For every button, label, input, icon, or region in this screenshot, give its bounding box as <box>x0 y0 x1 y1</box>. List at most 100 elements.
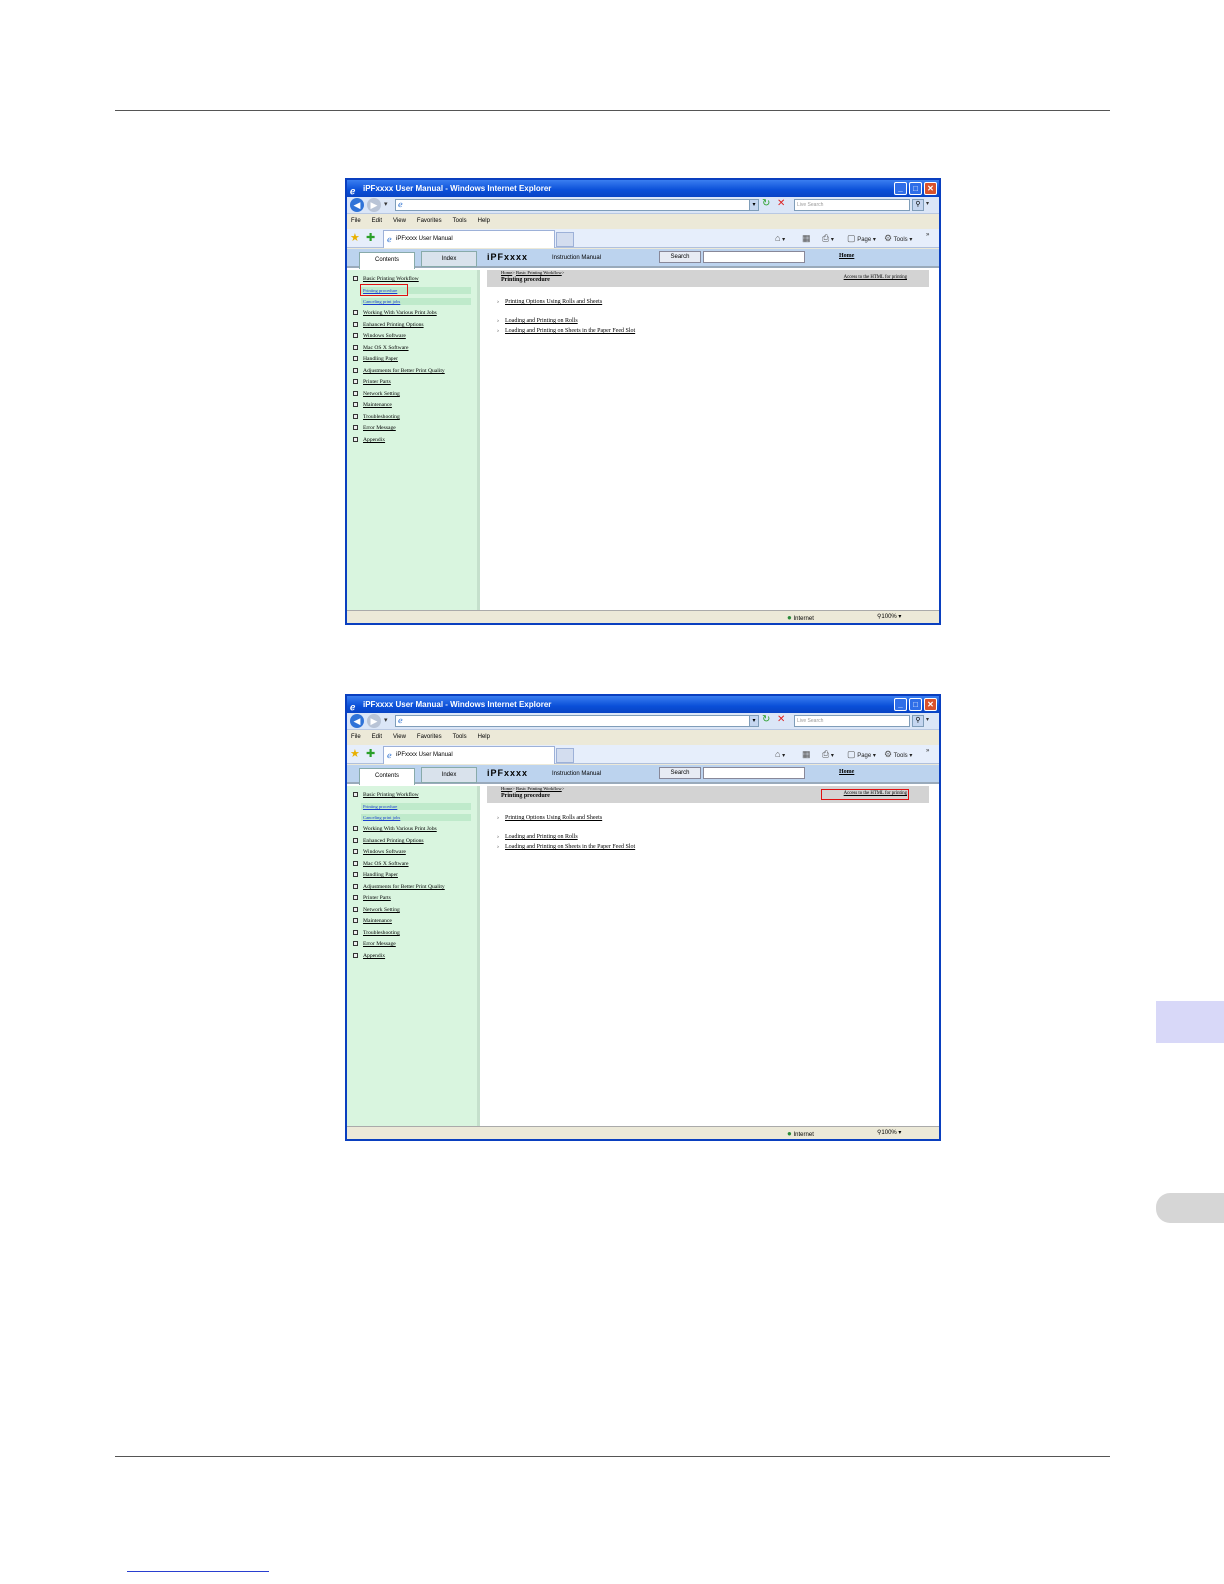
toc-item[interactable]: Basic Printing Workflow <box>353 276 419 282</box>
toc-item[interactable]: Troubleshooting <box>353 414 400 420</box>
toc-item[interactable]: Working With Various Print Jobs <box>353 310 437 316</box>
search-icon[interactable]: ⚲ <box>912 715 924 727</box>
menu-edit[interactable]: Edit <box>372 214 382 229</box>
close-button[interactable]: ✕ <box>924 182 937 195</box>
toc-subitem[interactable]: Canceling print jobs <box>361 814 471 821</box>
toc-item[interactable]: Windows Software <box>353 333 406 339</box>
toc-item[interactable]: Error Message <box>353 425 396 431</box>
feeds-icon[interactable]: ▦ <box>802 232 811 246</box>
toc-item[interactable]: Maintenance <box>353 918 392 924</box>
toc-item[interactable]: Handling Paper <box>353 872 398 878</box>
favorites-star-icon[interactable]: ★ <box>350 231 360 244</box>
toc-subitem[interactable]: Canceling print jobs <box>361 298 471 305</box>
new-tab-button[interactable] <box>556 748 574 763</box>
tab-contents[interactable]: Contents <box>359 768 415 785</box>
menu-view[interactable]: View <box>393 214 406 229</box>
toc-item[interactable]: Appendix <box>353 953 385 959</box>
refresh-icon[interactable]: ↻ <box>762 198 770 209</box>
toc-item[interactable]: Mac OS X Software <box>353 861 409 867</box>
help-search-input[interactable] <box>703 767 805 779</box>
toc-item[interactable]: Network Setting <box>353 907 400 913</box>
content-link[interactable]: › Loading and Printing on Rolls <box>497 318 578 324</box>
minimize-button[interactable]: _ <box>894 182 907 195</box>
home-icon[interactable]: ⌂ ▾ <box>775 748 785 762</box>
url-input[interactable]: ℯ <box>395 199 756 211</box>
back-arrow-icon[interactable]: ◀ <box>350 198 364 212</box>
content-link[interactable]: › Printing Options Using Rolls and Sheets <box>497 815 602 821</box>
stop-icon[interactable]: ✕ <box>777 198 785 209</box>
minimize-button[interactable]: _ <box>894 698 907 711</box>
toc-item[interactable]: Printer Parts <box>353 379 391 385</box>
zoom-control[interactable]: ⚲100% ▾ <box>877 613 901 620</box>
live-search-input[interactable]: Live Search <box>794 715 910 727</box>
page-menu-button[interactable]: ▢ Page ▾ <box>847 232 876 246</box>
breadcrumb-section[interactable]: Basic Printing Workflow <box>516 270 562 275</box>
tab-index[interactable]: Index <box>421 251 477 267</box>
new-tab-button[interactable] <box>556 232 574 247</box>
print-icon[interactable]: ⎙ ▾ <box>822 232 834 246</box>
refresh-icon[interactable]: ↻ <box>762 714 770 725</box>
home-icon[interactable]: ⌂ ▾ <box>775 232 785 246</box>
menu-view[interactable]: View <box>393 730 406 745</box>
menu-favorites[interactable]: Favorites <box>417 214 442 229</box>
add-favorite-icon[interactable]: ✚ <box>366 747 375 760</box>
menu-favorites[interactable]: Favorites <box>417 730 442 745</box>
toc-item[interactable]: Network Setting <box>353 391 400 397</box>
menu-help[interactable]: Help <box>478 730 490 745</box>
zoom-control[interactable]: ⚲100% ▾ <box>877 1129 901 1136</box>
tab-index[interactable]: Index <box>421 767 477 783</box>
more-commands-icon[interactable]: » <box>926 745 929 757</box>
more-commands-icon[interactable]: » <box>926 229 929 241</box>
tools-menu-button[interactable]: ⚙ Tools ▾ <box>884 748 912 762</box>
content-link[interactable]: › Loading and Printing on Sheets in the P… <box>497 844 635 850</box>
toc-item[interactable]: Troubleshooting <box>353 930 400 936</box>
menu-tools[interactable]: Tools <box>453 730 467 745</box>
maximize-button[interactable]: □ <box>909 698 922 711</box>
toc-item[interactable]: Error Message <box>353 941 396 947</box>
home-link[interactable]: Home <box>839 769 854 775</box>
menu-tools[interactable]: Tools <box>453 214 467 229</box>
browser-tab[interactable]: ℯ iPFxxxx User Manual <box>383 746 555 764</box>
live-search-input[interactable]: Live Search <box>794 199 910 211</box>
maximize-button[interactable]: □ <box>909 182 922 195</box>
help-search-button[interactable]: Search <box>659 767 701 779</box>
close-button[interactable]: ✕ <box>924 698 937 711</box>
forward-arrow-icon[interactable]: ▶ <box>367 198 381 212</box>
toc-item[interactable]: Adjustments for Better Print Quality <box>353 884 445 890</box>
breadcrumb-section[interactable]: Basic Printing Workflow <box>516 786 562 791</box>
menu-file[interactable]: File <box>351 214 361 229</box>
toc-item[interactable]: Enhanced Printing Options <box>353 838 424 844</box>
stop-icon[interactable]: ✕ <box>777 714 785 725</box>
search-icon[interactable]: ⚲ <box>912 199 924 211</box>
recent-pages-dropdown-icon[interactable]: ▾ <box>384 716 388 724</box>
toc-item[interactable]: Enhanced Printing Options <box>353 322 424 328</box>
toc-item[interactable]: Appendix <box>353 437 385 443</box>
search-options-dropdown-icon[interactable]: ▾ <box>926 200 929 207</box>
menu-help[interactable]: Help <box>478 214 490 229</box>
recent-pages-dropdown-icon[interactable]: ▾ <box>384 200 388 208</box>
toc-item[interactable]: Maintenance <box>353 402 392 408</box>
tab-contents[interactable]: Contents <box>359 252 415 269</box>
browser-tab[interactable]: ℯ iPFxxxx User Manual <box>383 230 555 248</box>
home-link[interactable]: Home <box>839 253 854 259</box>
tools-menu-button[interactable]: ⚙ Tools ▾ <box>884 232 912 246</box>
page-menu-button[interactable]: ▢ Page ▾ <box>847 748 876 762</box>
breadcrumb-home[interactable]: Home <box>501 786 512 791</box>
feeds-icon[interactable]: ▦ <box>802 748 811 762</box>
content-link[interactable]: › Printing Options Using Rolls and Sheets <box>497 299 602 305</box>
url-dropdown-icon[interactable]: ▾ <box>749 199 759 211</box>
breadcrumb-home[interactable]: Home <box>501 270 512 275</box>
toc-item[interactable]: Working With Various Print Jobs <box>353 826 437 832</box>
print-icon[interactable]: ⎙ ▾ <box>822 748 834 762</box>
menu-edit[interactable]: Edit <box>372 730 382 745</box>
toc-item[interactable]: Basic Printing Workflow <box>353 792 419 798</box>
back-arrow-icon[interactable]: ◀ <box>350 714 364 728</box>
toc-item[interactable]: Adjustments for Better Print Quality <box>353 368 445 374</box>
help-search-input[interactable] <box>703 251 805 263</box>
url-input[interactable]: ℯ <box>395 715 756 727</box>
search-options-dropdown-icon[interactable]: ▾ <box>926 716 929 723</box>
url-dropdown-icon[interactable]: ▾ <box>749 715 759 727</box>
add-favorite-icon[interactable]: ✚ <box>366 231 375 244</box>
toc-subitem[interactable]: Printing procedure <box>361 803 471 810</box>
toc-item[interactable]: Windows Software <box>353 849 406 855</box>
